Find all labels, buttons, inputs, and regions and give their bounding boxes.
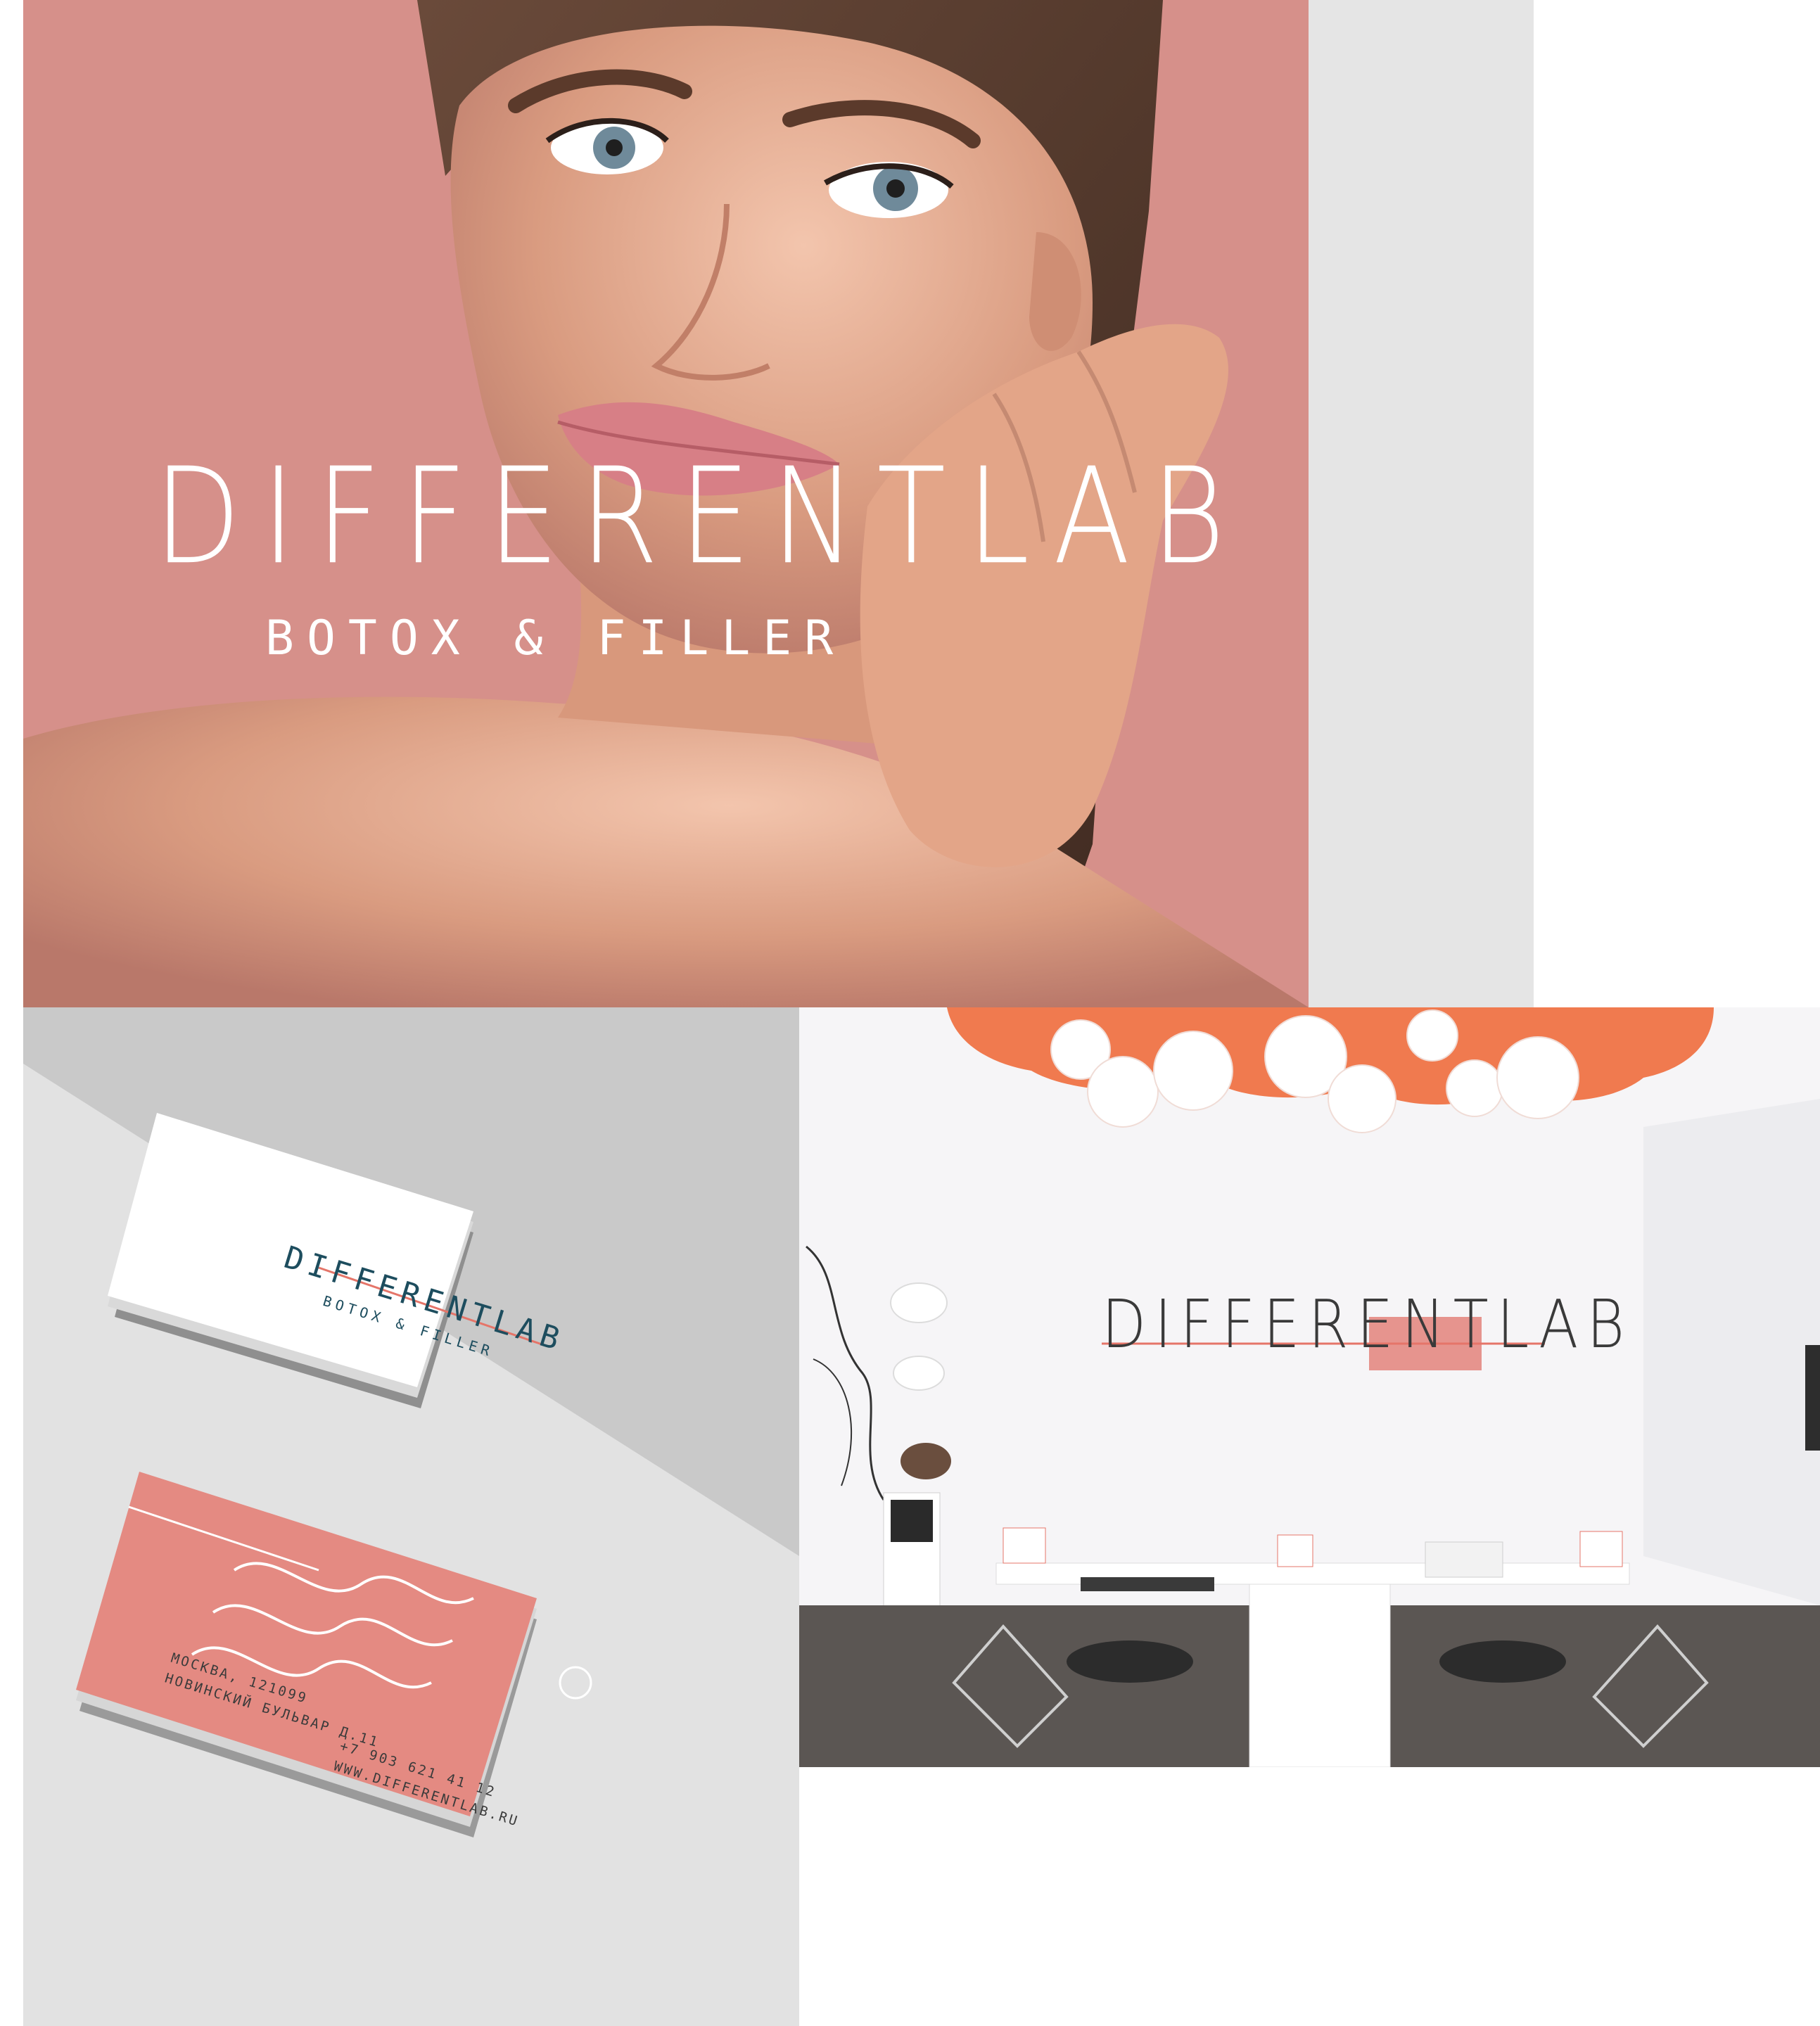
office-interior-photo: DIFFERENTLAB: [799, 1007, 1820, 1767]
brand-logo: DIFFERENTLAB: [154, 450, 1252, 605]
business-cards-mockup: DIFFERENTLAB BOTOX & FILLER МОСКВА, 1210…: [23, 1007, 799, 2026]
brand-wordmark: DIFFERENTLAB: [154, 438, 1247, 594]
background-grey-strip: [1309, 0, 1534, 1007]
business-cards-illustration: [23, 1007, 799, 2026]
brand-tagline: BOTOX & FILLER: [265, 611, 846, 666]
office-interior-illustration: [799, 1007, 1820, 1767]
brand-presentation: DIFFERENTLAB BOTOX & FILLER DIFFERENTLAB…: [0, 0, 1820, 2026]
office-wall-sign: DIFFERENTLAB: [1102, 1292, 1650, 1380]
hero-photo-panel: DIFFERENTLAB BOTOX & FILLER: [23, 0, 1309, 1007]
office-wall-sign-text: DIFFERENTLAB: [1102, 1286, 1634, 1364]
